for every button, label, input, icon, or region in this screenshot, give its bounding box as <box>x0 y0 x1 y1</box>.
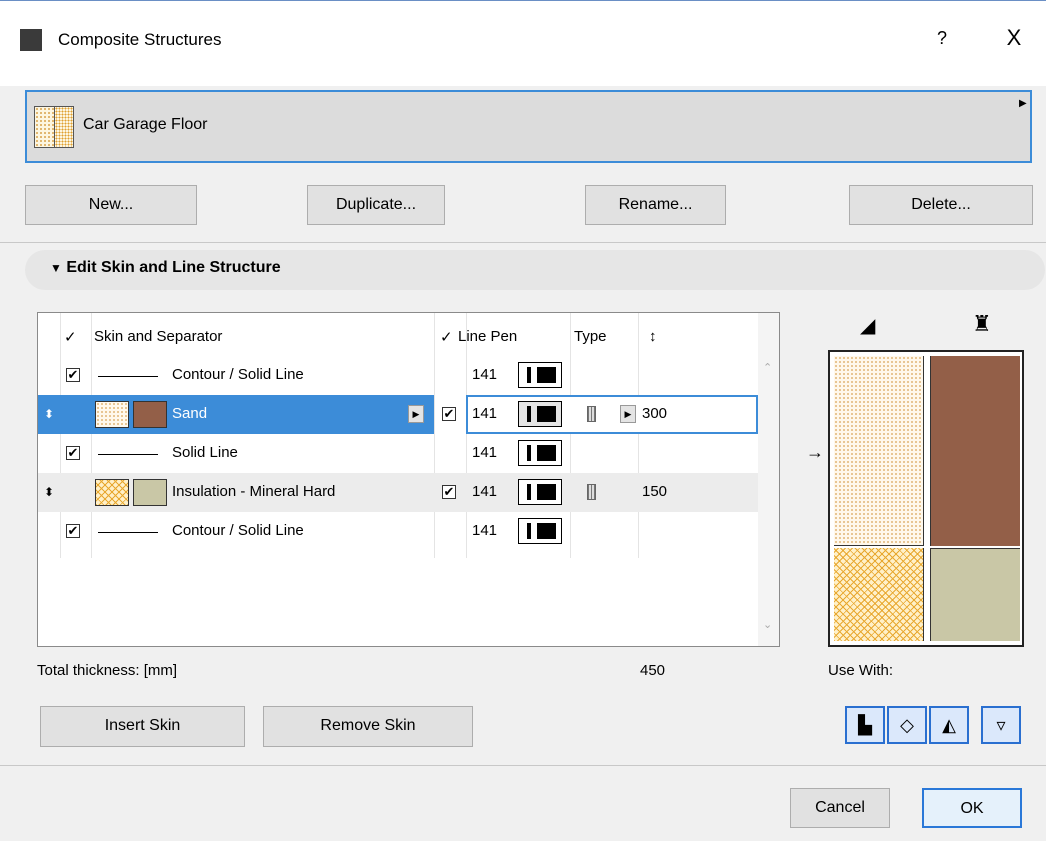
window-title: Composite Structures <box>58 30 222 49</box>
header-thickness-icon[interactable]: ↕ <box>649 328 657 345</box>
row-name: Insulation - Mineral Hard <box>172 483 336 500</box>
fill-color-swatch[interactable] <box>133 479 167 506</box>
divider <box>0 242 1046 243</box>
structure-selector[interactable]: Car Garage Floor ▶ <box>25 90 1032 163</box>
divider <box>0 765 1046 766</box>
table-row[interactable]: ⬍ Insulation - Mineral Hard ✔ 141 150 <box>38 473 758 512</box>
header-check-icon[interactable]: ✓ <box>64 328 77 346</box>
delete-button[interactable]: Delete... <box>849 185 1033 225</box>
slab-icon[interactable]: ◇ <box>887 706 927 744</box>
shell-icon[interactable]: ▿ <box>981 706 1021 744</box>
new-button[interactable]: New... <box>25 185 197 225</box>
wall-icon[interactable]: ▙ <box>845 706 885 744</box>
pen-swatch-icon[interactable] <box>518 401 562 427</box>
duplicate-button[interactable]: Duplicate... <box>307 185 445 225</box>
table-row[interactable]: ⬍ Sand ▶ ✔ 141 ▶ 300 <box>38 395 758 434</box>
drag-handle-icon[interactable]: ⬍ <box>44 485 54 499</box>
disclosure-triangle-icon: ▼ <box>50 261 62 275</box>
fill-color-swatch[interactable] <box>133 401 167 428</box>
preview-insulation-layer <box>834 548 924 641</box>
row-pen[interactable]: 141 <box>472 444 497 461</box>
reference-arrow-icon: → <box>806 442 824 462</box>
row-thickness[interactable]: 300 <box>642 405 667 422</box>
archicad-app-icon <box>20 29 42 51</box>
type-pattern-icon[interactable] <box>587 406 596 422</box>
row-name: Contour / Solid Line <box>172 522 304 539</box>
line-sample-icon <box>98 376 158 377</box>
line-sample-icon <box>98 532 158 533</box>
pen-swatch-icon[interactable] <box>518 479 562 505</box>
remove-skin-button[interactable]: Remove Skin <box>263 706 473 747</box>
row-checkbox[interactable]: ✔ <box>66 524 80 538</box>
drag-handle-icon[interactable]: ⬍ <box>44 407 54 421</box>
header-skin-separator[interactable]: Skin and Separator <box>94 328 222 345</box>
rename-button[interactable]: Rename... <box>585 185 726 225</box>
close-button[interactable]: X <box>1000 25 1028 51</box>
ok-button[interactable]: OK <box>922 788 1022 828</box>
insert-skin-button[interactable]: Insert Skin <box>40 706 245 747</box>
structure-name: Car Garage Floor <box>83 116 208 133</box>
row-thickness[interactable]: 150 <box>642 483 667 500</box>
section-title[interactable]: ▼ Edit Skin and Line Structure <box>50 259 281 277</box>
row-name: Contour / Solid Line <box>172 366 304 383</box>
pen-swatch-icon[interactable] <box>518 518 562 544</box>
scroll-down-icon[interactable]: ⌄ <box>763 618 772 631</box>
header-type[interactable]: Type <box>574 328 607 345</box>
row-checkbox[interactable]: ✔ <box>66 446 80 460</box>
preview-sand-color-layer <box>930 356 1020 546</box>
row-pen[interactable]: 141 <box>472 366 497 383</box>
use-with-label: Use With: <box>828 662 894 679</box>
table-row[interactable]: ✔ Solid Line 141 <box>38 434 758 473</box>
row-pen[interactable]: 141 <box>472 483 497 500</box>
table-row[interactable]: ✔ Contour / Solid Line 141 <box>38 356 758 395</box>
row-lines-checkbox[interactable]: ✔ <box>442 407 456 421</box>
header-line-pen[interactable]: Line Pen <box>458 328 517 345</box>
preview-sand-layer <box>834 356 924 546</box>
popup-arrow-icon[interactable]: ▶ <box>620 405 636 423</box>
scrollbar[interactable]: ⌃ ⌄ <box>758 313 779 646</box>
row-checkbox[interactable]: ✔ <box>66 368 80 382</box>
scroll-up-icon[interactable]: ⌃ <box>763 361 772 374</box>
selection-outline <box>466 395 758 434</box>
structure-preview <box>828 350 1024 647</box>
preview-insulation-color-layer <box>930 548 1020 641</box>
structure-swatch-icon <box>34 106 74 148</box>
type-pattern-icon[interactable] <box>587 484 596 500</box>
total-thickness-label: Total thickness: [mm] <box>37 662 178 679</box>
row-name: Sand <box>172 405 208 422</box>
pen-swatch-icon[interactable] <box>518 440 562 466</box>
line-sample-icon <box>98 454 158 455</box>
help-button[interactable]: ? <box>932 28 952 49</box>
row-pen[interactable]: 141 <box>472 522 497 539</box>
popup-arrow-icon[interactable]: ▶ <box>408 405 424 423</box>
header-lines-check-icon[interactable]: ✓ <box>440 328 453 346</box>
skin-table: ✓ Skin and Separator ✓ Line Pen Type ↕ ✔… <box>37 312 780 647</box>
row-name: Solid Line <box>172 444 238 461</box>
popup-arrow-icon[interactable]: ▶ <box>1019 98 1027 109</box>
table-row[interactable]: ✔ Contour / Solid Line 141 <box>38 512 758 551</box>
section-view-icon[interactable]: ◢ <box>860 313 875 338</box>
row-pen[interactable]: 141 <box>472 405 497 422</box>
paint-brush-icon[interactable]: ♜ <box>972 311 992 337</box>
total-thickness-value: 450 <box>640 662 666 679</box>
fill-pattern-swatch[interactable] <box>95 401 129 428</box>
roof-icon[interactable]: ◭ <box>929 706 969 744</box>
pen-swatch-icon[interactable] <box>518 362 562 388</box>
fill-pattern-swatch[interactable] <box>95 479 129 506</box>
row-lines-checkbox[interactable]: ✔ <box>442 485 456 499</box>
cancel-button[interactable]: Cancel <box>790 788 890 828</box>
